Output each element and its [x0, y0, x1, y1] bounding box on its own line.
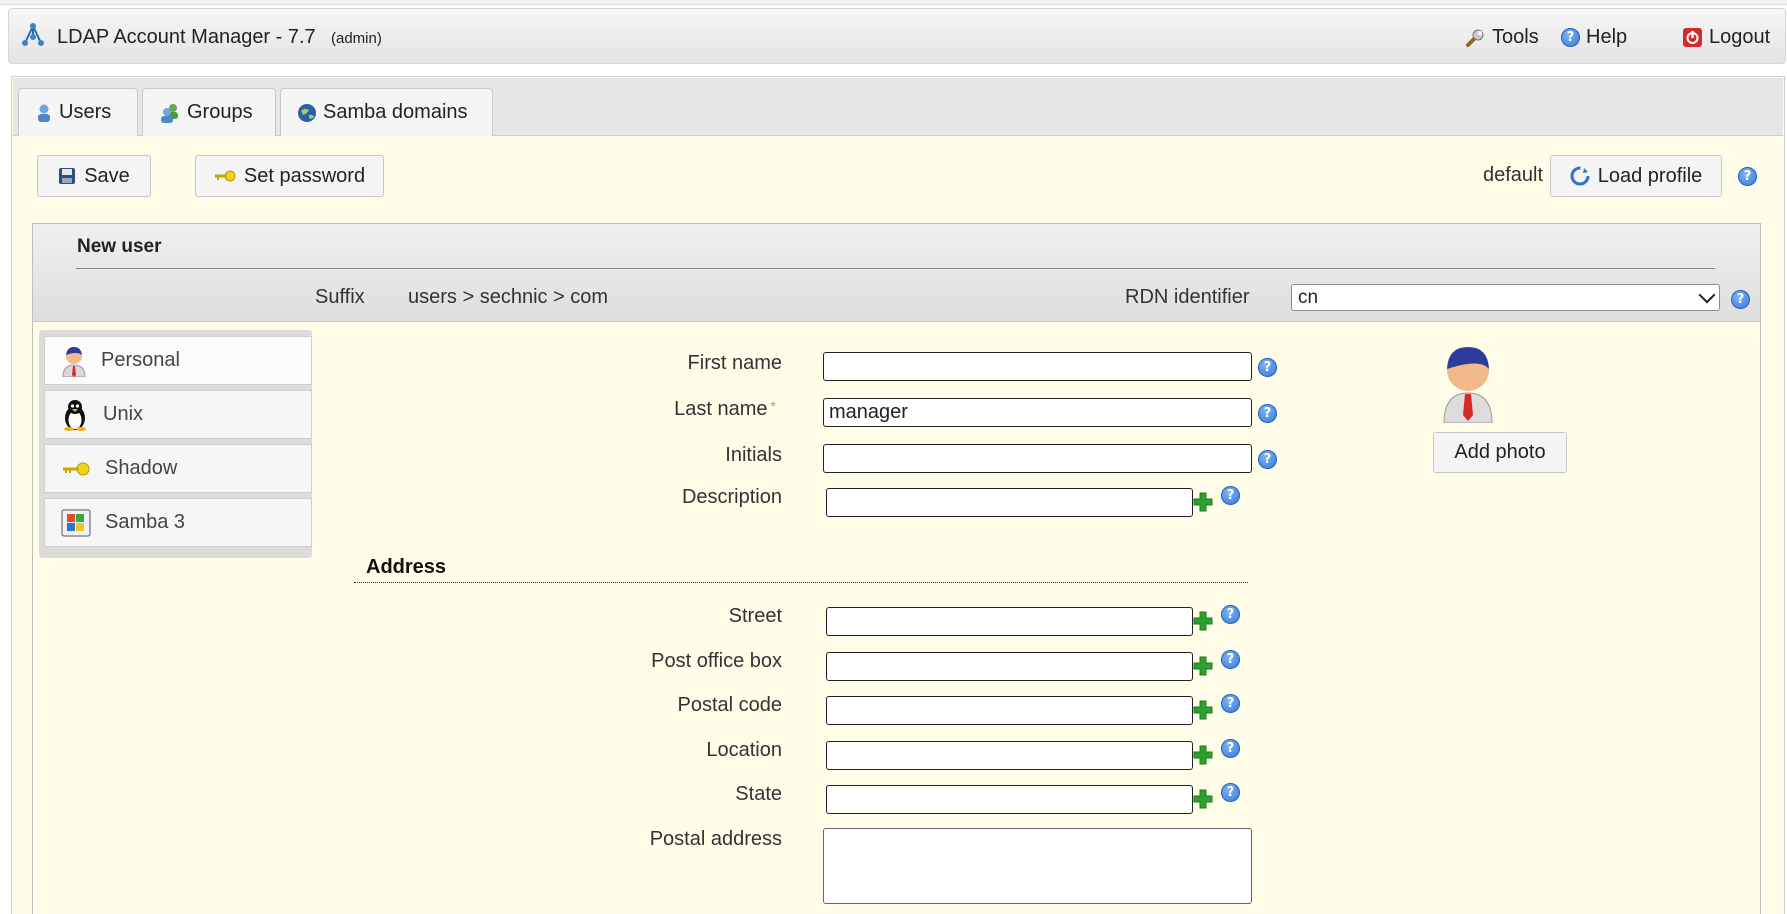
module-unix-label: Unix	[103, 403, 144, 425]
last-name-label: Last name	[674, 398, 768, 420]
rdn-help-icon[interactable]	[1731, 290, 1750, 309]
add-po-box-icon[interactable]	[1193, 656, 1213, 676]
top-edge	[0, 0, 1787, 5]
add-postal-code-icon[interactable]	[1193, 700, 1213, 720]
chevron-down-icon	[1698, 286, 1716, 304]
location-input[interactable]	[826, 741, 1193, 770]
set-password-button[interactable]: Set password	[195, 155, 384, 197]
wrench-icon	[1466, 29, 1484, 47]
rdn-label: RDN identifier	[1125, 286, 1250, 308]
street-input[interactable]	[826, 607, 1193, 636]
description-input[interactable]	[826, 488, 1193, 517]
refresh-icon	[1570, 166, 1590, 186]
floppy-icon	[59, 168, 76, 184]
add-street-icon[interactable]	[1193, 611, 1213, 631]
tab-groups[interactable]: Groups	[142, 88, 276, 136]
suffix-value: users > sechnic > com	[408, 286, 609, 308]
tools-label: Tools	[1492, 26, 1539, 48]
add-description-icon[interactable]	[1193, 492, 1213, 512]
initials-help-icon[interactable]	[1258, 450, 1277, 469]
help-label: Help	[1586, 26, 1628, 48]
description-help-icon[interactable]	[1221, 486, 1240, 505]
group-icon	[161, 103, 178, 123]
load-profile-label: Load profile	[1597, 164, 1703, 187]
module-personal-label: Personal	[101, 349, 180, 371]
suffix-label: Suffix	[315, 286, 365, 308]
tab-samba-domains[interactable]: Samba domains	[280, 88, 493, 136]
initials-label: Initials	[725, 444, 782, 466]
rdn-select[interactable]: cn	[1291, 284, 1720, 311]
logged-in-user: (admin)	[331, 30, 382, 47]
tab-groups-label: Groups	[187, 101, 253, 123]
module-shadow-label: Shadow	[105, 457, 178, 479]
personal-icon	[62, 346, 86, 377]
save-button[interactable]: Save	[37, 155, 151, 197]
windows-icon	[61, 509, 91, 536]
globe-icon	[298, 103, 316, 122]
header-divider	[76, 268, 1715, 269]
tab-users[interactable]: Users	[18, 88, 138, 136]
lam-logo-icon	[22, 23, 44, 46]
save-label: Save	[84, 164, 130, 187]
app-title: LDAP Account Manager - 7.7	[57, 26, 316, 48]
add-location-icon[interactable]	[1193, 745, 1213, 765]
last-name-label-wrap: Last name *	[540, 398, 776, 421]
postal-address-textarea[interactable]	[823, 828, 1252, 904]
add-photo-button[interactable]: Add photo	[1433, 432, 1567, 473]
initials-input[interactable]	[823, 444, 1252, 473]
logout-icon	[1683, 28, 1702, 47]
state-label: State	[735, 783, 782, 805]
po-box-help-icon[interactable]	[1221, 650, 1240, 669]
tab-bar	[13, 78, 1783, 136]
street-help-icon[interactable]	[1221, 605, 1240, 624]
first-name-label: First name	[687, 352, 782, 374]
tools-link[interactable]: Tools	[1464, 26, 1539, 49]
last-name-help-icon[interactable]	[1258, 404, 1277, 423]
load-profile-button[interactable]: Load profile	[1550, 155, 1722, 197]
first-name-help-icon[interactable]	[1258, 358, 1277, 377]
location-label: Location	[706, 739, 782, 761]
help-icon	[1561, 28, 1580, 47]
module-personal[interactable]: Personal	[44, 336, 312, 385]
account-title: New user	[77, 236, 162, 257]
logout-link[interactable]: Logout	[1682, 26, 1770, 49]
user-photo-placeholder-icon	[1443, 347, 1493, 423]
logout-label: Logout	[1709, 26, 1771, 48]
address-section-title: Address	[366, 556, 447, 578]
profile-name: default	[1483, 164, 1544, 186]
postal-code-input[interactable]	[826, 696, 1193, 725]
street-label: Street	[728, 605, 782, 627]
key-icon	[63, 462, 90, 475]
postal-code-help-icon[interactable]	[1221, 694, 1240, 713]
po-box-label: Post office box	[651, 650, 782, 672]
address-divider	[354, 582, 1248, 583]
tab-users-label: Users	[59, 101, 112, 123]
module-unix[interactable]: Unix	[44, 390, 312, 439]
postal-code-label: Postal code	[677, 694, 782, 716]
set-password-label: Set password	[243, 164, 366, 187]
po-box-input[interactable]	[826, 652, 1193, 681]
add-photo-label: Add photo	[1454, 441, 1546, 463]
state-input[interactable]	[826, 785, 1193, 814]
help-link[interactable]: Help	[1561, 26, 1627, 49]
state-help-icon[interactable]	[1221, 783, 1240, 802]
penguin-icon	[64, 399, 86, 431]
add-state-icon[interactable]	[1193, 789, 1213, 809]
postal-address-label: Postal address	[649, 828, 782, 850]
description-label: Description	[681, 486, 782, 508]
module-samba3[interactable]: Samba 3	[44, 498, 312, 547]
profile-help-icon[interactable]	[1738, 167, 1757, 186]
first-name-input[interactable]	[823, 352, 1252, 381]
rdn-selected-value: cn	[1298, 287, 1319, 308]
last-name-input[interactable]: manager	[823, 398, 1252, 427]
module-shadow[interactable]: Shadow	[44, 444, 312, 493]
tab-samba-domains-label: Samba domains	[323, 101, 468, 123]
key-icon	[214, 170, 236, 182]
required-marker: *	[770, 398, 776, 414]
module-samba3-label: Samba 3	[105, 511, 186, 533]
user-icon	[38, 104, 50, 122]
location-help-icon[interactable]	[1221, 739, 1240, 758]
